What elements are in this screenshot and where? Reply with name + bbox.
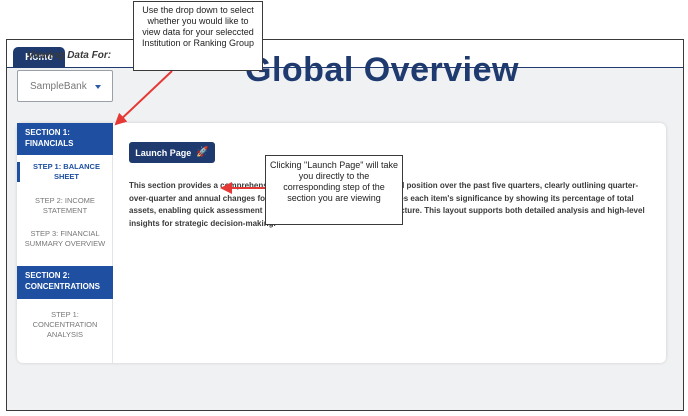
viewing-data-label: Viewing Data For: [27,50,112,61]
sidebar-step-income-statement[interactable]: STEP 2: INCOME STATEMENT [17,196,113,216]
launch-page-label: Launch Page [135,147,192,158]
institution-dropdown[interactable]: SampleBank [17,70,113,102]
sidebar-step-concentration-analysis[interactable]: STEP 1: CONCENTRATION ANALYSIS [17,310,113,340]
caret-down-icon [95,85,101,89]
page-title: Global Overview [245,51,519,89]
rocket-icon: 🚀 [196,146,209,158]
sidebar-section-concentrations[interactable]: SECTION 2: CONCENTRATIONS [17,266,113,299]
sidebar-step-financial-summary[interactable]: STEP 3: FINANCIAL SUMMARY OVERVIEW [17,229,113,249]
section-sidebar: SECTION 1: FINANCIALS STEP 1: BALANCE SH… [17,123,113,363]
sidebar-section-financials[interactable]: SECTION 1: FINANCIALS [17,123,113,155]
callout-dropdown-help: Use the drop down to select whether you … [133,1,263,71]
launch-page-button[interactable]: Launch Page 🚀 [129,142,215,163]
dropdown-selected-value: SampleBank [30,80,87,92]
sidebar-step-balance-sheet[interactable]: STEP 1: BALANCE SHEET [17,162,113,182]
callout-launch-help: Clicking "Launch Page" will take you dir… [265,155,403,225]
